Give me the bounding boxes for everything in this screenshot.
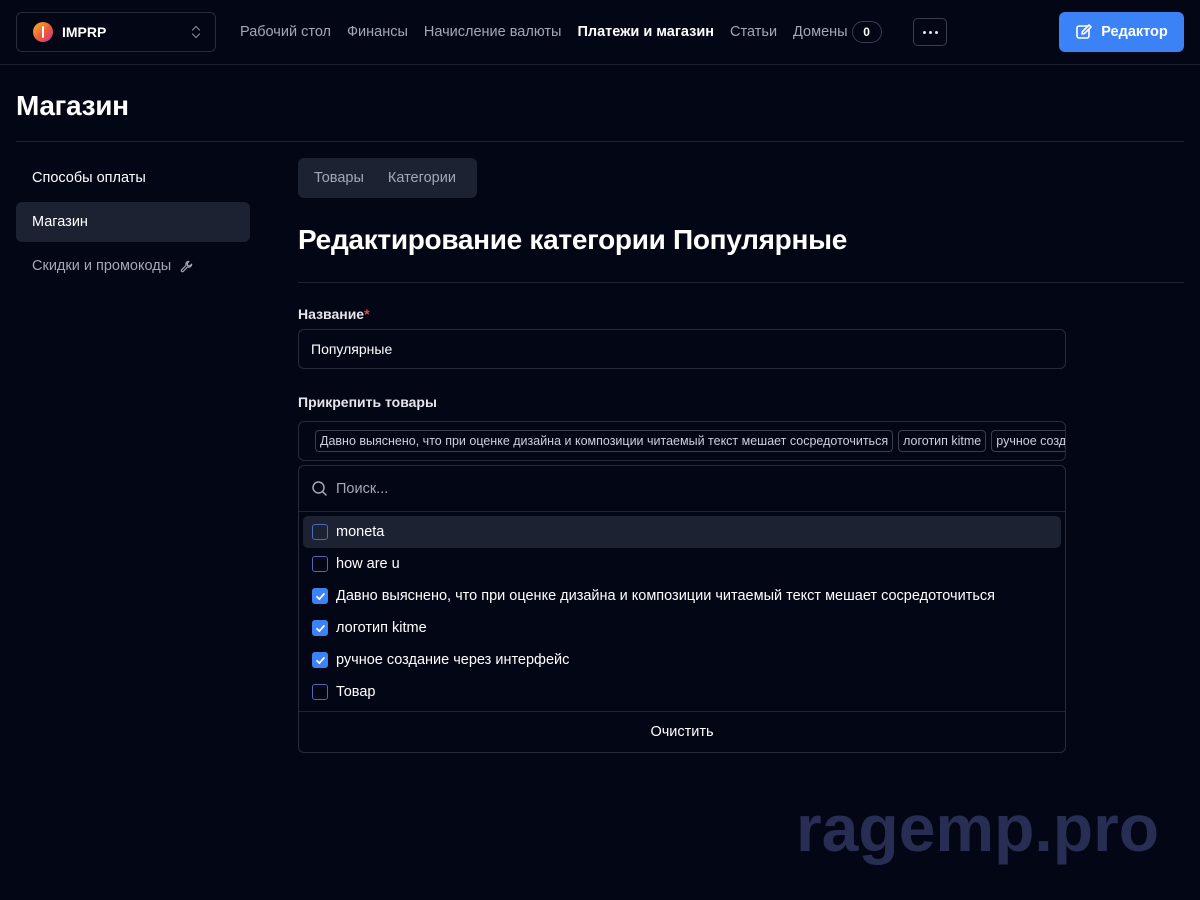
dot-icon: [934, 30, 938, 34]
dot-icon: [928, 30, 932, 34]
project-selector[interactable]: IMPRP: [16, 12, 216, 52]
nav-item-articles[interactable]: Статьи: [730, 24, 777, 40]
selected-tag[interactable]: Давно выяснено, что при оценке дизайна и…: [315, 430, 894, 452]
name-label-text: Название: [298, 306, 365, 322]
options-list: moneta how are u Давно выяснено, что при о…: [299, 512, 1065, 708]
editor-button-label: Редактор: [1101, 24, 1168, 40]
option-label: ручное создание через интерфейс: [336, 652, 570, 668]
checkbox-checked[interactable]: [312, 620, 328, 636]
clear-button[interactable]: Очистить: [299, 711, 1065, 752]
sidebar-item-label: Способы оплаты: [32, 170, 146, 186]
sidebar: Способы оплаты Магазин Скидки и промокод…: [16, 158, 250, 290]
checkbox-unchecked[interactable]: [312, 684, 328, 700]
nav-domains-label: Домены: [793, 24, 848, 40]
main-nav: Рабочий стол Финансы Начисление валюты П…: [240, 0, 898, 64]
wrench-icon: [180, 260, 193, 272]
option-label: moneta: [336, 524, 385, 540]
domains-count-badge: 0: [851, 21, 882, 43]
chevron-up-down-icon: [191, 25, 201, 39]
dropdown-option[interactable]: how are u: [303, 548, 1061, 580]
divider: [16, 141, 1184, 142]
attached-products-multiselect[interactable]: Давно выяснено, что при оценке дизайна и…: [298, 421, 1066, 461]
dropdown-option[interactable]: логотип kitme: [303, 612, 1061, 644]
dropdown-search: [299, 466, 1065, 512]
project-logo-icon: [33, 22, 53, 42]
selected-tag[interactable]: логотип kitme: [898, 430, 987, 452]
products-dropdown: moneta how are u Давно выяснено, что при о…: [298, 465, 1066, 753]
checkbox-checked[interactable]: [312, 588, 328, 604]
sidebar-item-label: Скидки и промокоды: [32, 258, 172, 274]
dot-icon: [922, 30, 926, 34]
dropdown-option[interactable]: ручное создание через интерфейс: [303, 644, 1061, 676]
more-menu-button[interactable]: [913, 18, 947, 46]
dropdown-option[interactable]: moneta: [303, 516, 1061, 548]
nav-item-currency[interactable]: Начисление валюты: [424, 24, 562, 40]
search-input[interactable]: [336, 480, 936, 497]
nav-item-domains[interactable]: Домены 0: [793, 21, 882, 43]
checkmark-icon: [315, 624, 325, 632]
search-icon: [312, 481, 327, 496]
name-field-label: Название*: [298, 306, 370, 322]
category-name-input[interactable]: [298, 329, 1066, 369]
sidebar-item-label: Магазин: [32, 214, 88, 230]
checkbox-unchecked[interactable]: [312, 524, 328, 540]
nav-item-finance[interactable]: Финансы: [347, 24, 408, 40]
required-mark: *: [364, 306, 370, 322]
tab-categories[interactable]: Категории: [388, 170, 456, 186]
selected-tag[interactable]: ручное создание через интерфейс: [991, 430, 1065, 452]
divider: [298, 282, 1184, 283]
sidebar-item-shop[interactable]: Магазин: [16, 202, 250, 242]
sidebar-item-payment-methods[interactable]: Способы оплаты: [16, 158, 250, 198]
edit-category-title: Редактирование категории Популярные: [298, 224, 847, 255]
checkmark-icon: [315, 592, 325, 600]
option-label: Товар: [336, 684, 376, 700]
tab-products[interactable]: Товары: [314, 170, 364, 186]
dropdown-option[interactable]: Товар: [303, 676, 1061, 708]
edit-icon: [1076, 24, 1093, 39]
project-name: IMPRP: [62, 24, 107, 40]
watermark: ragemp.pro: [796, 791, 1160, 865]
checkmark-icon: [315, 656, 325, 664]
top-navigation-bar: IMPRP Рабочий стол Финансы Начисление ва…: [0, 0, 1200, 65]
editor-button[interactable]: Редактор: [1059, 12, 1184, 52]
attach-products-label: Прикрепить товары: [298, 394, 437, 410]
nav-item-payments-shop[interactable]: Платежи и магазин: [577, 24, 714, 40]
option-label: Давно выяснено, что при оценке дизайна и…: [336, 588, 995, 604]
nav-item-dashboard[interactable]: Рабочий стол: [240, 24, 331, 40]
option-label: логотип kitme: [336, 620, 427, 636]
checkbox-unchecked[interactable]: [312, 556, 328, 572]
checkbox-checked[interactable]: [312, 652, 328, 668]
option-label: how are u: [336, 556, 400, 572]
page-title: Магазин: [16, 90, 129, 121]
sidebar-item-discounts[interactable]: Скидки и промокоды: [16, 246, 250, 286]
dropdown-option[interactable]: Давно выяснено, что при оценке дизайна и…: [303, 580, 1061, 612]
shop-tabs: Товары Категории: [298, 158, 477, 198]
